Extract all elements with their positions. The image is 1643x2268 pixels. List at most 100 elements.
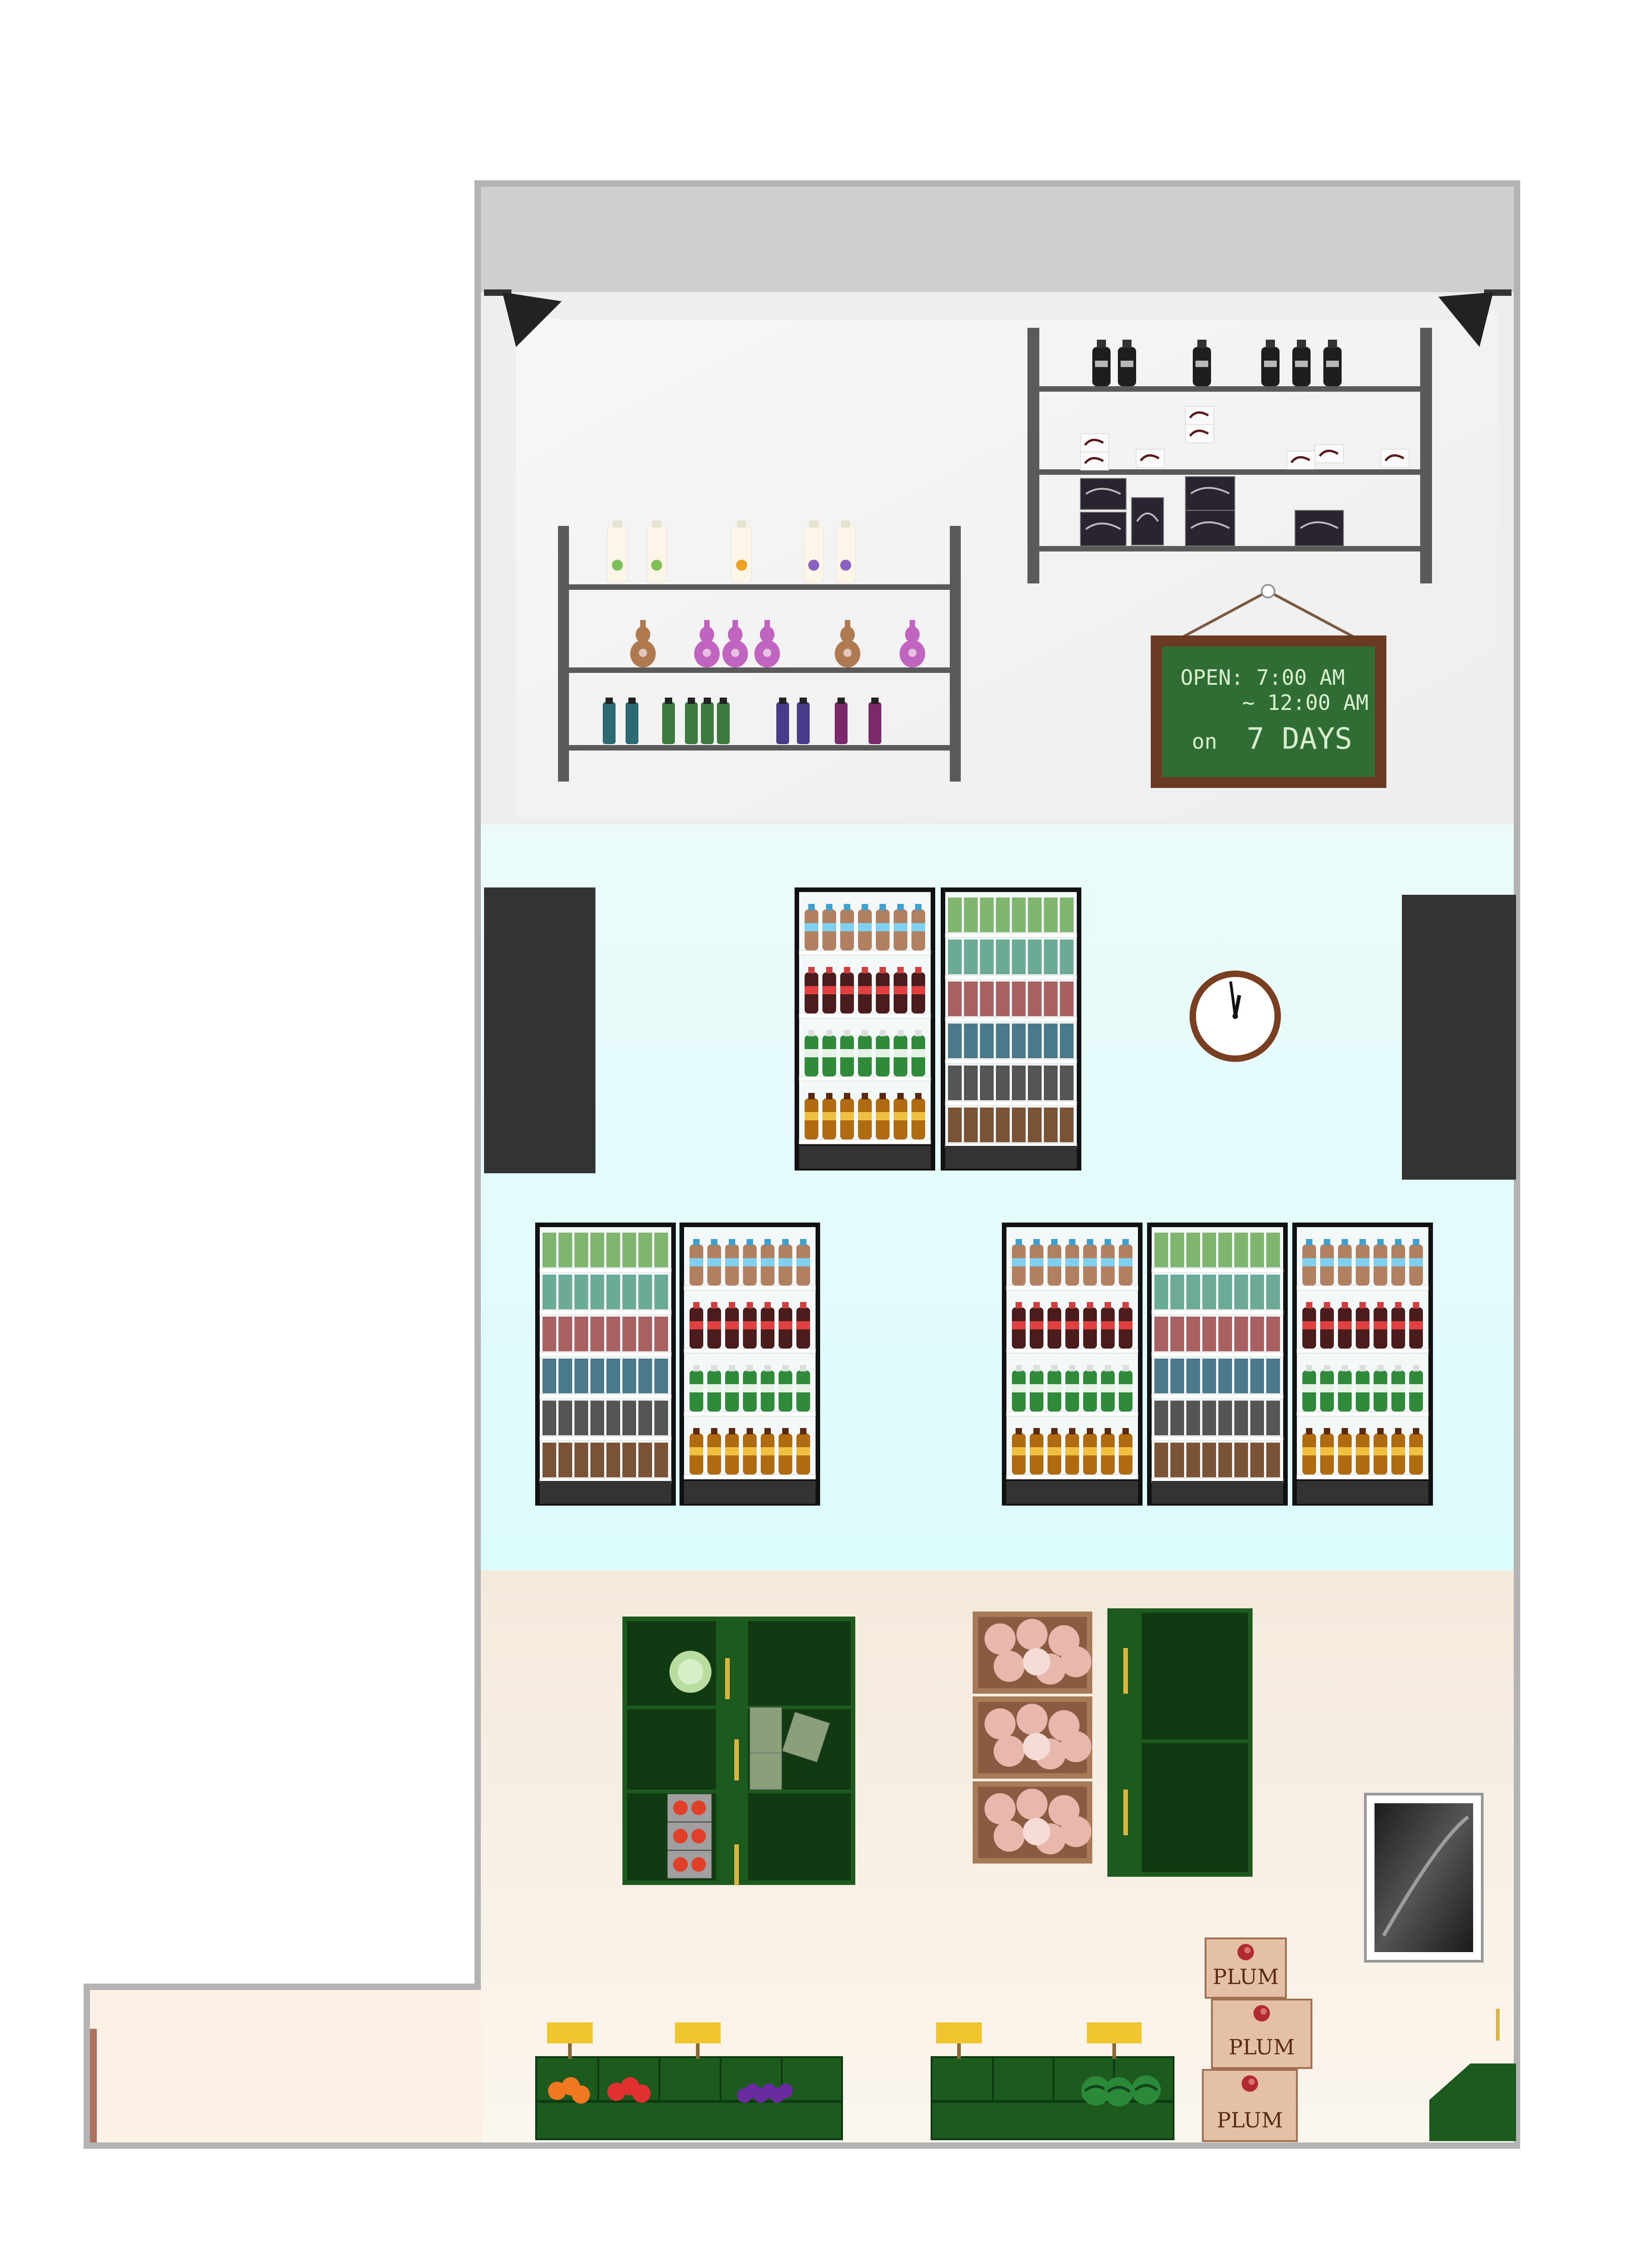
- drink-can: [1202, 1359, 1216, 1393]
- drink-can: [1154, 1401, 1168, 1435]
- drink-bottle: [761, 1239, 774, 1286]
- drink-bottle: [1391, 1302, 1405, 1349]
- drink-bottle: [743, 1302, 757, 1349]
- drink-can: [606, 1401, 620, 1435]
- drink-can: [1154, 1443, 1168, 1477]
- store-scene: OPEN: 7:00 AM ~ 12:00 AM on 7 DAYS PLUM P…: [84, 180, 1520, 2149]
- drink-can: [542, 1359, 556, 1393]
- drink-can: [638, 1443, 652, 1477]
- drink-bottle: [1065, 1365, 1079, 1412]
- drink-can: [948, 898, 962, 932]
- drink-can: [1218, 1443, 1232, 1477]
- drink-can: [654, 1443, 668, 1477]
- drink-can: [558, 1359, 572, 1393]
- sign-line1: OPEN: 7:00 AM: [1180, 665, 1345, 690]
- drink-bottle: [1391, 1365, 1405, 1412]
- drink-can: [964, 1108, 978, 1142]
- shelf-post: [950, 526, 961, 782]
- drink-bottle: [1338, 1239, 1352, 1286]
- drink-bottle: [725, 1428, 739, 1475]
- drink-can: [1218, 1233, 1232, 1267]
- drink-bottle: [1302, 1428, 1316, 1475]
- drink-bottle: [822, 1093, 836, 1139]
- drink-can: [948, 982, 962, 1016]
- drink-can: [996, 982, 1010, 1016]
- drink-bottle: [911, 904, 925, 950]
- drink-can: [1250, 1275, 1264, 1309]
- shampoo-bottle: [776, 698, 789, 744]
- lotion-bottle: [835, 520, 856, 584]
- drink-can: [654, 1317, 668, 1351]
- drink-bottle: [1083, 1239, 1097, 1286]
- drink-can: [638, 1275, 652, 1309]
- drink-bottle: [822, 1030, 836, 1076]
- produce-pack: [749, 1753, 782, 1790]
- drink-bottle: [1048, 1302, 1061, 1349]
- drink-can: [1154, 1233, 1168, 1267]
- drink-bottle: [725, 1239, 739, 1286]
- drink-can: [996, 1066, 1010, 1100]
- stand-handle: [734, 1844, 739, 1885]
- drink-can: [1060, 940, 1074, 974]
- drink-bottle: [1101, 1428, 1115, 1475]
- drink-can: [1250, 1443, 1264, 1477]
- drink-bottle: [690, 1428, 703, 1475]
- drink-can: [590, 1317, 604, 1351]
- drink-can: [948, 1108, 962, 1142]
- drink-can: [1186, 1317, 1200, 1351]
- drink-bottle: [1030, 1239, 1043, 1286]
- drink-bottle: [1065, 1239, 1079, 1286]
- drink-can: [638, 1233, 652, 1267]
- drink-bottle: [1083, 1428, 1097, 1475]
- clock-icon: [1190, 971, 1281, 1062]
- drink-can: [590, 1359, 604, 1393]
- bottle-fridge: [1292, 1223, 1433, 1506]
- drink-bottle: [725, 1302, 739, 1349]
- drink-can: [1202, 1443, 1216, 1477]
- sign-line3-main: 7 DAYS: [1247, 722, 1352, 756]
- produce-cabinet: [1107, 1608, 1253, 1877]
- drink-can: [622, 1443, 636, 1477]
- potato-crate: [973, 1781, 1092, 1864]
- drink-bottle: [911, 1093, 925, 1139]
- drink-can: [964, 898, 978, 932]
- plum-icon: [1238, 1944, 1254, 1960]
- drink-can: [654, 1359, 668, 1393]
- drink-can: [638, 1401, 652, 1435]
- drink-can: [1186, 1275, 1200, 1309]
- lotion-bottle: [731, 520, 752, 584]
- boxed-goods: [1080, 512, 1127, 546]
- drink-bottle: [1391, 1428, 1405, 1475]
- mirror-icon: [1364, 1793, 1484, 1963]
- tomato-pack: [667, 1794, 712, 1822]
- drink-can: [606, 1359, 620, 1393]
- cabbage-icon: [669, 1651, 711, 1693]
- shelf-board: [1039, 546, 1420, 551]
- drink-can: [606, 1317, 620, 1351]
- drink-bottle: [876, 904, 890, 950]
- drink-bottle: [1391, 1239, 1405, 1286]
- drink-can: [1028, 940, 1042, 974]
- drink-can: [1060, 1024, 1074, 1058]
- drink-can: [1234, 1359, 1248, 1393]
- drink-bottle: [858, 1030, 872, 1076]
- drink-can: [1170, 1317, 1184, 1351]
- drink-can: [622, 1233, 636, 1267]
- drink-can: [1250, 1401, 1264, 1435]
- stand-handle: [725, 1658, 730, 1699]
- drink-can: [574, 1359, 588, 1393]
- left-doorway[interactable]: [484, 887, 595, 1173]
- produce-stand: [622, 1617, 855, 1885]
- drink-can: [980, 898, 994, 932]
- drink-bottle: [1374, 1365, 1387, 1412]
- drink-bottle: [690, 1239, 703, 1286]
- drink-bottle: [1338, 1365, 1352, 1412]
- snack-pack: [1185, 424, 1214, 443]
- right-doorway[interactable]: [1402, 895, 1516, 1180]
- drink-bottle: [761, 1428, 774, 1475]
- drink-bottle: [840, 904, 854, 950]
- drink-bottle: [1302, 1239, 1316, 1286]
- drink-can: [980, 1024, 994, 1058]
- drink-bottle: [796, 1428, 810, 1475]
- drink-can: [1170, 1401, 1184, 1435]
